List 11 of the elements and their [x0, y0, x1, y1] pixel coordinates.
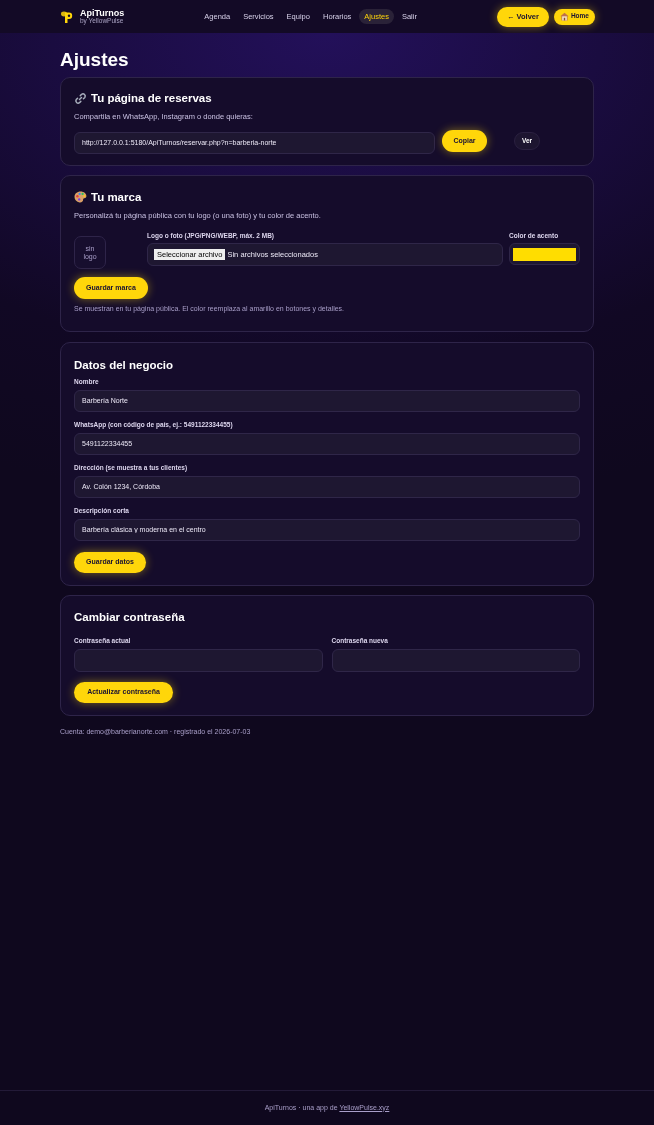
card-title: Cambiar contraseña — [74, 610, 186, 624]
password-field[interactable] — [331, 649, 580, 672]
card-title: Tu página de reservas — [91, 91, 212, 105]
palette-icon — [74, 191, 87, 203]
brand-name: ApiTurnos — [80, 8, 125, 18]
password-field[interactable] — [74, 649, 323, 672]
house-icon — [559, 12, 569, 21]
page-title: Ajustes — [60, 49, 130, 71]
card-title: Tu marca — [91, 190, 142, 204]
link-icon — [74, 91, 87, 105]
card-title: Datos del negocio — [74, 357, 175, 372]
